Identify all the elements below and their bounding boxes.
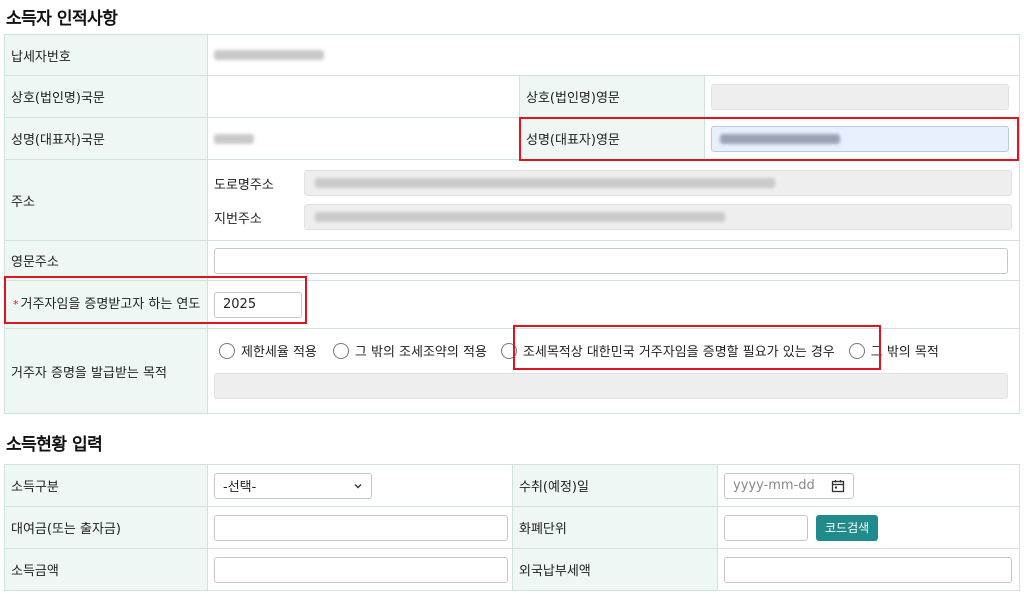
- address-value: 도로명주소 지번주소: [207, 159, 1020, 241]
- year-label: 거주자임을 증명받고자 하는 연도: [20, 296, 201, 312]
- road-address-label: 도로명주소: [214, 177, 274, 193]
- en-address-label: 영문주소: [4, 240, 208, 281]
- address-label: 주소: [4, 159, 208, 241]
- taxpayer-no-value: [207, 34, 1020, 76]
- required-mark: *: [13, 297, 19, 311]
- purpose-option-korea-resident[interactable]: 조세목적상 대한민국 거주자임을 증명할 필요가 있는 경우: [500, 341, 835, 360]
- chevron-down-icon: [354, 483, 362, 488]
- en-address-cell: [207, 240, 1020, 281]
- road-address-field: [304, 170, 1012, 196]
- radio-icon[interactable]: [332, 342, 349, 359]
- name-kr-label: 성명(대표자)국문: [4, 117, 208, 160]
- purpose-option-reduced-rate[interactable]: 제한세율 적용: [219, 341, 317, 360]
- income-table: 소득구분 -선택- 수취(예정)일 yyyy-mm-dd 대여금(또는 출자금)…: [4, 464, 1020, 591]
- currency-cell: 코드검색: [717, 506, 1020, 549]
- company-en-label: 상호(법인명)영문: [519, 75, 705, 118]
- foreign-tax-label: 외국납부세액: [512, 548, 718, 591]
- year-cell: 2025: [207, 280, 1020, 329]
- loan-cell: [207, 506, 513, 549]
- receipt-date-cell: yyyy-mm-dd: [717, 464, 1020, 507]
- foreign-tax-cell: [717, 548, 1020, 591]
- currency-input[interactable]: [724, 514, 808, 541]
- year-input[interactable]: 2025: [214, 291, 302, 318]
- receipt-date-label: 수취(예정)일: [512, 464, 718, 507]
- page: 소득자 인적사항 납세자번호 상호(법인명)국문 상호(법인명)영문 성명(대표…: [0, 0, 1024, 594]
- income-type-cell: -선택-: [207, 464, 513, 507]
- personal-info-table: 납세자번호 상호(법인명)국문 상호(법인명)영문 성명(대표자)국문 성명(대…: [4, 34, 1020, 414]
- income-type-select[interactable]: -선택-: [214, 472, 372, 499]
- purpose-option-other-treaty[interactable]: 그 밖의 조세조약의 적용: [332, 341, 487, 360]
- income-amount-label: 소득금액: [4, 548, 208, 591]
- company-en-value: [704, 75, 1020, 118]
- purpose-label: 거주자 증명을 발급받는 목적: [4, 328, 208, 414]
- section-title-personal-info: 소득자 인적사항: [6, 9, 118, 29]
- name-en-label: 성명(대표자)영문: [519, 117, 705, 160]
- radio-icon[interactable]: [848, 342, 865, 359]
- company-kr-value: [207, 75, 520, 118]
- lot-address-label: 지번주소: [214, 211, 262, 227]
- name-en-field[interactable]: [704, 117, 1020, 160]
- taxpayer-no-label: 납세자번호: [4, 34, 208, 76]
- purpose-other-field: [214, 373, 1008, 399]
- lot-address-field: [304, 204, 1012, 230]
- income-type-label: 소득구분: [4, 464, 208, 507]
- income-amount-input[interactable]: [214, 556, 508, 583]
- purpose-cell: 제한세율 적용 그 밖의 조세조약의 적용 조세목적상 대한민국 거주자임을 증…: [207, 328, 1020, 414]
- radio-icon[interactable]: [219, 342, 235, 359]
- section-title-income: 소득현황 입력: [6, 435, 103, 455]
- en-address-input[interactable]: [214, 247, 1008, 274]
- name-kr-value: [207, 117, 520, 160]
- foreign-tax-input[interactable]: [724, 556, 1012, 583]
- currency-label: 화폐단위: [512, 506, 718, 549]
- year-label-cell: * 거주자임을 증명받고자 하는 연도: [4, 280, 208, 329]
- loan-input[interactable]: [214, 514, 508, 541]
- income-amount-cell: [207, 548, 513, 591]
- radio-icon[interactable]: [500, 342, 517, 359]
- company-kr-label: 상호(법인명)국문: [4, 75, 208, 118]
- purpose-option-other[interactable]: 그 밖의 목적: [848, 341, 939, 360]
- code-search-button[interactable]: 코드검색: [816, 514, 879, 541]
- receipt-date-input[interactable]: yyyy-mm-dd: [724, 472, 854, 499]
- loan-label: 대여금(또는 출자금): [4, 506, 208, 549]
- calendar-icon[interactable]: [831, 479, 845, 493]
